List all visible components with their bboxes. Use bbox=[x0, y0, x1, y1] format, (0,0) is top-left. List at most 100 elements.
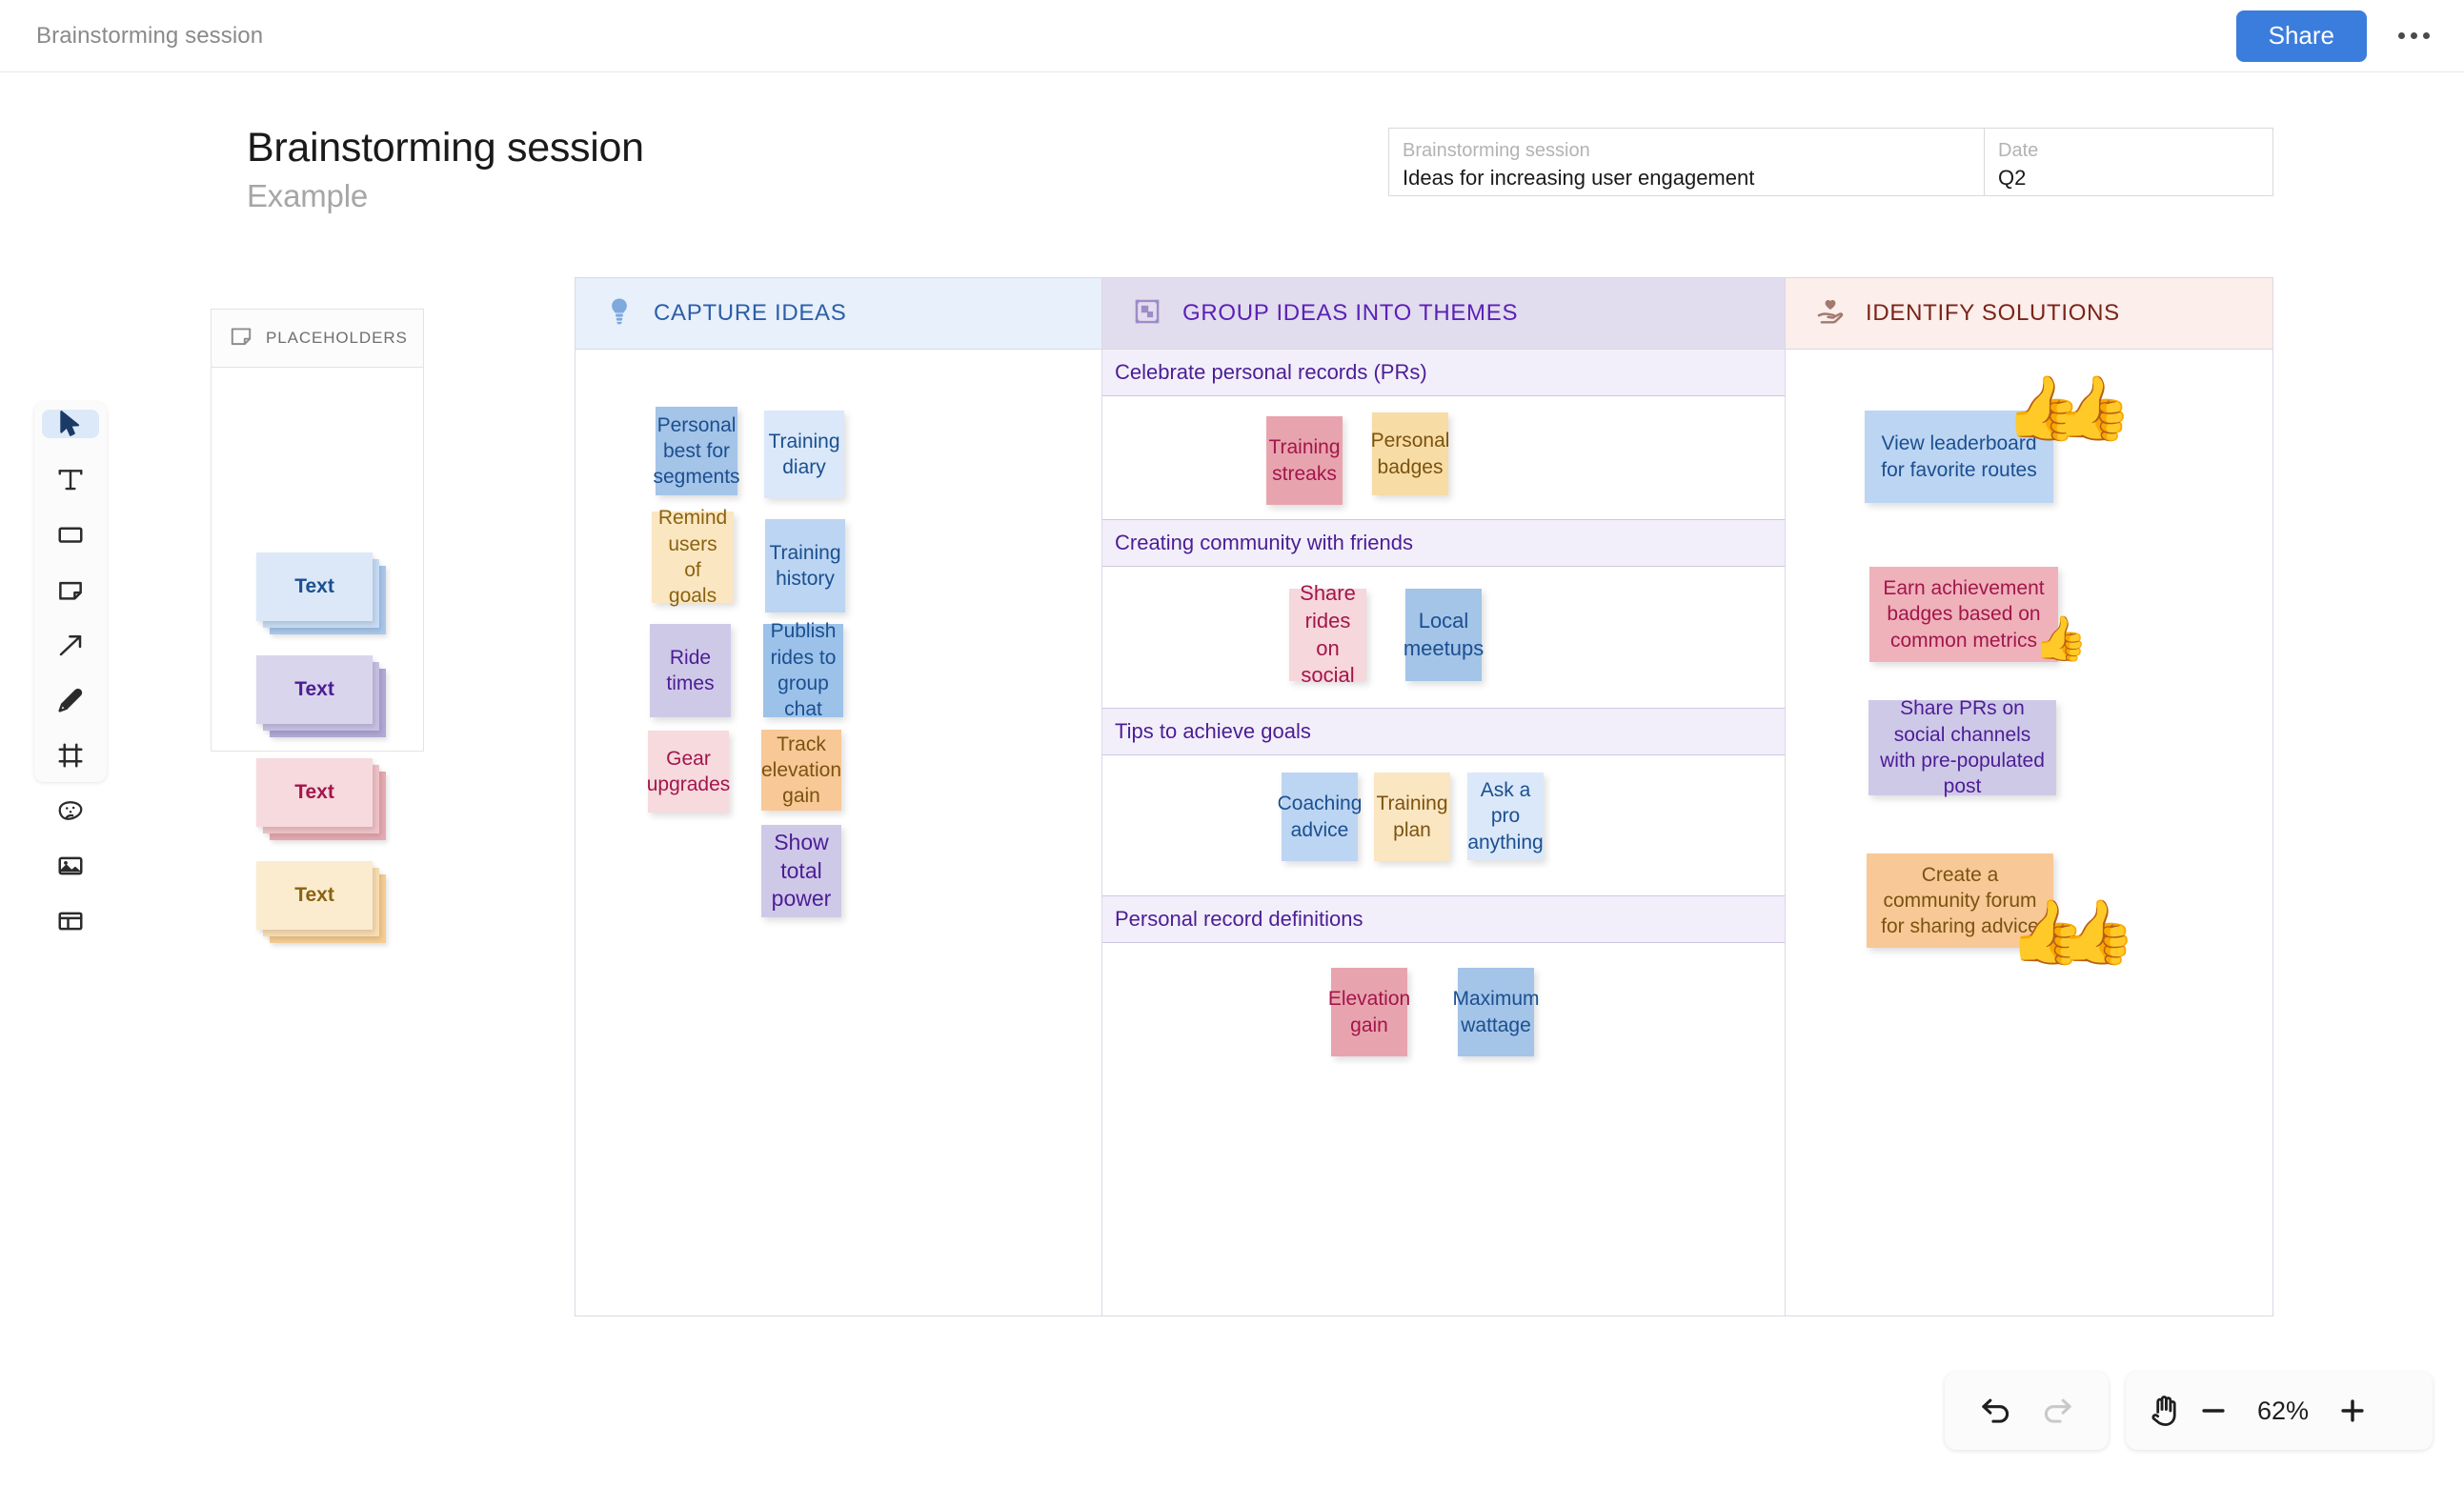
arrow-connector-tool[interactable] bbox=[42, 631, 99, 659]
image-upload-tool[interactable] bbox=[42, 852, 99, 880]
heart-in-hand-icon bbox=[1815, 296, 1846, 331]
page-subtitle: Example bbox=[247, 178, 368, 214]
sticker-emoji-tool[interactable] bbox=[42, 796, 99, 825]
undo-redo-group bbox=[1945, 1372, 2109, 1450]
sticky-note-theme[interactable]: Training plan bbox=[1374, 773, 1450, 861]
lightbulb-icon bbox=[605, 296, 634, 331]
sticky-note-capture[interactable]: Training history bbox=[765, 519, 845, 612]
sticky-note-theme[interactable]: Personal badges bbox=[1372, 412, 1448, 495]
sticky-note-text: Elevation gain bbox=[1328, 986, 1410, 1038]
theme-body: Elevation gain Maximum wattage bbox=[1102, 943, 1785, 1083]
sticky-note-theme[interactable]: Ask a pro anything bbox=[1467, 773, 1544, 860]
sticky-note-capture[interactable]: Track elevation gain bbox=[761, 730, 841, 811]
placeholder-stack[interactable]: Text bbox=[256, 655, 378, 730]
sticky-note-text: Show total power bbox=[769, 829, 834, 914]
column-capture-ideas: CAPTURE IDEAS Personal best for segments… bbox=[576, 278, 1102, 1315]
sticky-note-theme[interactable]: Training streaks bbox=[1266, 416, 1343, 505]
placeholders-title: PLACEHOLDERS bbox=[266, 329, 408, 348]
top-bar: Brainstorming session Share bbox=[0, 0, 2464, 72]
top-bar-actions: Share bbox=[2236, 10, 2435, 62]
redo-arrow-icon[interactable] bbox=[2039, 1395, 2075, 1427]
sticky-note-text: Training history bbox=[769, 540, 840, 592]
placeholder-stack[interactable]: Text bbox=[256, 758, 378, 833]
sticky-note-text: Local meetups bbox=[1404, 608, 1484, 662]
column-label-identify-solutions: IDENTIFY SOLUTIONS bbox=[1866, 300, 2120, 327]
sticky-note-theme[interactable]: Local meetups bbox=[1405, 589, 1482, 681]
sticky-note-text: Training diary bbox=[768, 429, 839, 481]
thumbs-up-pair-emoji[interactable]: 👍👍 bbox=[2005, 376, 2104, 439]
sticky-note-capture[interactable]: Gear upgrades bbox=[648, 731, 729, 813]
zoom-out-minus-icon[interactable] bbox=[2197, 1395, 2230, 1427]
sticky-note-theme[interactable]: Elevation gain bbox=[1331, 968, 1407, 1056]
pen-draw-tool[interactable] bbox=[42, 686, 99, 714]
template-tool[interactable] bbox=[42, 907, 99, 935]
sticky-note-text: Coaching advice bbox=[1278, 791, 1363, 843]
zoom-level-value: 62% bbox=[2245, 1396, 2321, 1426]
placeholders-panel: PLACEHOLDERS TextTextTextText bbox=[211, 309, 424, 752]
theme-row[interactable]: Personal record definitions bbox=[1102, 896, 1785, 943]
group-ideas-canvas: Celebrate personal records (PRs) Training… bbox=[1102, 350, 1785, 1083]
placeholder-stack[interactable]: Text bbox=[256, 552, 378, 627]
hand-pan-icon[interactable] bbox=[2148, 1393, 2182, 1429]
session-meta-value: Ideas for increasing user engagement bbox=[1403, 165, 1970, 192]
sticky-note-solution[interactable]: Earn achievement badges based on common … bbox=[1869, 567, 2058, 662]
session-meta-cell[interactable]: Brainstorming session Ideas for increasi… bbox=[1389, 129, 1985, 195]
theme-row-label: Tips to achieve goals bbox=[1115, 719, 1311, 744]
date-meta-label: Date bbox=[1998, 139, 2259, 163]
page-title: Brainstorming session bbox=[247, 125, 644, 171]
theme-row[interactable]: Creating community with friends bbox=[1102, 520, 1785, 567]
sticky-note-theme[interactable]: Coaching advice bbox=[1282, 773, 1358, 861]
sticky-note-capture[interactable]: Training diary bbox=[764, 411, 844, 498]
placeholders-list: TextTextTextText bbox=[212, 368, 423, 751]
sticky-note-text: Earn achievement badges based on common … bbox=[1877, 575, 2050, 653]
zoom-in-plus-icon[interactable] bbox=[2336, 1395, 2369, 1427]
placeholder-label: Text bbox=[294, 781, 334, 804]
theme-row[interactable]: Celebrate personal records (PRs) bbox=[1102, 350, 1785, 396]
sticky-note-text: Share rides on social bbox=[1297, 580, 1359, 689]
column-label-capture-ideas: CAPTURE IDEAS bbox=[654, 300, 846, 327]
sticky-note-text: Training plan bbox=[1376, 791, 1447, 843]
sticky-note-theme[interactable]: Share rides on social bbox=[1289, 589, 1366, 681]
sticky-note-capture[interactable]: Remind users of goals bbox=[652, 512, 734, 603]
sticky-note-text: Gear upgrades bbox=[647, 746, 731, 798]
placeholder-label: Text bbox=[294, 678, 334, 701]
thumbs-up-emoji[interactable]: 👍 bbox=[2033, 616, 2088, 660]
column-header-capture-ideas: CAPTURE IDEAS bbox=[576, 278, 1101, 350]
sticky-note-capture[interactable]: Publish rides to group chat bbox=[763, 624, 843, 717]
placeholders-header: PLACEHOLDERS bbox=[212, 310, 423, 368]
sticky-note-text: Publish rides to group chat bbox=[771, 618, 837, 722]
select-cursor-tool[interactable] bbox=[42, 410, 99, 438]
undo-arrow-icon[interactable] bbox=[1978, 1395, 2014, 1427]
theme-row[interactable]: Tips to achieve goals bbox=[1102, 709, 1785, 755]
sticky-note-text: Maximum wattage bbox=[1453, 986, 1540, 1038]
placeholder-stack[interactable]: Text bbox=[256, 861, 378, 935]
session-meta-table: Brainstorming session Ideas for increasi… bbox=[1388, 128, 2273, 196]
theme-row-label: Celebrate personal records (PRs) bbox=[1115, 360, 1427, 385]
thumbs-up-pair-emoji[interactable]: 👍👍 bbox=[2009, 900, 2108, 963]
theme-body: Training streaks Personal badges bbox=[1102, 396, 1785, 520]
share-button[interactable]: Share bbox=[2236, 10, 2367, 62]
column-group-ideas: GROUP IDEAS INTO THEMES Celebrate person… bbox=[1102, 278, 1786, 1315]
placeholder-label: Text bbox=[294, 575, 334, 598]
more-horizontal-icon[interactable] bbox=[2392, 17, 2435, 55]
sticky-note-text: Share PRs on social channels with pre-po… bbox=[1876, 695, 2049, 799]
sticky-note-text: Track elevation gain bbox=[761, 732, 841, 810]
theme-row-label: Creating community with friends bbox=[1115, 531, 1413, 555]
frame-tool[interactable] bbox=[42, 741, 99, 770]
sticky-note-capture[interactable]: Ride times bbox=[650, 624, 731, 717]
session-meta-label: Brainstorming session bbox=[1403, 139, 1970, 163]
text-tool[interactable] bbox=[42, 465, 99, 493]
sticky-note-tool[interactable] bbox=[42, 575, 99, 604]
sticky-note-solution[interactable]: Share PRs on social channels with pre-po… bbox=[1868, 700, 2056, 795]
rectangle-shape-tool[interactable] bbox=[42, 520, 99, 549]
sticky-note-text: Remind users of goals bbox=[658, 505, 727, 609]
document-title: Brainstorming session bbox=[36, 23, 263, 50]
sticky-note-theme[interactable]: Maximum wattage bbox=[1458, 968, 1534, 1056]
date-meta-value: Q2 bbox=[1998, 165, 2259, 192]
sticky-note-capture[interactable]: Personal best for segments bbox=[656, 407, 737, 495]
identify-solutions-canvas: View leaderboard for favorite routesEarn… bbox=[1786, 350, 2272, 1315]
sticky-note-capture[interactable]: Show total power bbox=[761, 825, 841, 917]
sticky-note-text: Training streaks bbox=[1268, 434, 1340, 487]
sticky-note-text: Ask a pro anything bbox=[1467, 777, 1543, 855]
date-meta-cell[interactable]: Date Q2 bbox=[1985, 129, 2272, 195]
